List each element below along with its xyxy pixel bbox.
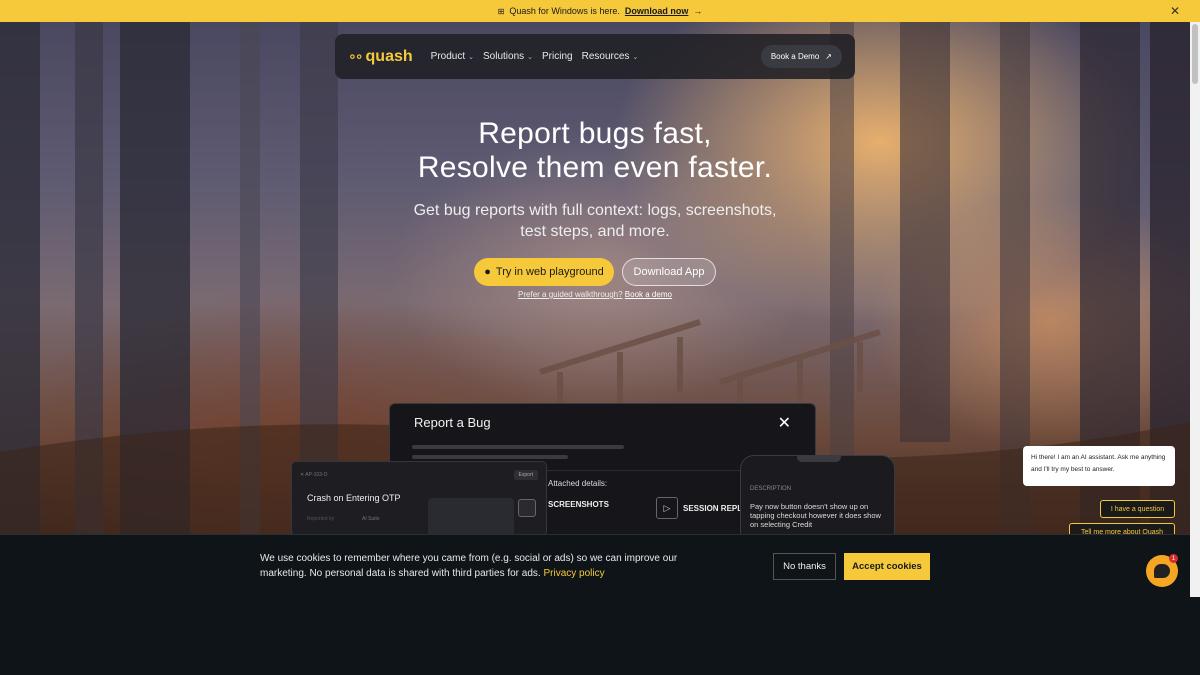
announcement-text: Quash for Windows is here. [509,6,620,16]
nav-item-label: Product [430,51,466,62]
hero-subtitle-line-1: Get bug reports with full context: logs,… [413,202,777,219]
session-replay-label: SESSION REPL [683,503,743,513]
phone-notch [797,455,841,462]
bug-title: Crash on Entering OTP [307,493,401,503]
report-bug-title: Report a Bug [414,415,491,430]
notification-badge: 1 [1169,554,1178,563]
quash-logo[interactable]: ∘∘ quash [348,48,413,66]
session-replay-item: ▷ SESSION REPL [656,497,742,519]
chat-question-button[interactable]: I have a question [1100,500,1175,518]
try-web-playground-label: Try in web playground [495,266,604,278]
quash-logo-icon: ∘∘ [348,48,363,64]
nav-item-solutions[interactable]: Solutions ⌄ [483,51,533,62]
top-navbar: ∘∘ quash Product ⌄ Solutions ⌄ Pricing R… [335,34,855,79]
book-demo-link[interactable]: Book a demo [625,290,672,299]
close-announcement-icon[interactable]: ✕ [1170,4,1180,18]
bug-card-preview: ✕ AP-103-O Export Crash on Entering OTP … [291,461,547,538]
description-label: DESCRIPTION [750,486,792,492]
chat-launcher-button[interactable]: 1 [1146,554,1178,587]
globe-icon: ● [484,266,491,278]
close-icon: ✕ [777,415,791,432]
attached-details-label: Attached details: [548,479,608,488]
cookie-message: We use cookies to remember where you cam… [260,553,678,579]
logo-text: quash [365,47,413,65]
skeleton-line [412,445,624,449]
page-scrollbar[interactable] [1190,22,1200,597]
cookie-text-block: We use cookies to remember where you cam… [260,551,680,581]
chevron-down-icon: ⌄ [468,53,474,61]
arrow-right-icon: → [693,6,703,16]
chevron-down-icon: ⌄ [632,53,639,61]
nav-item-label: Solutions [483,51,525,62]
export-badge: Export [513,470,538,480]
download-now-link[interactable]: Download now [625,6,689,16]
nav-item-label: Resources [581,51,630,62]
hero-subtitle-line-2: test steps, and more. [520,223,670,240]
description-text: Pay now button doesn't show up on tappin… [750,502,881,529]
bug-id: ✕ AP-103-O [300,472,328,478]
accept-cookies-button[interactable]: Accept cookies [844,553,930,580]
scrollbar-thumb[interactable] [1192,24,1198,84]
chat-icon [1154,564,1170,578]
nav-item-resources[interactable]: Resources ⌄ [582,51,639,62]
hero-title: Report bugs fast, Resolve them even fast… [0,117,1190,185]
nav-item-label: Pricing [542,51,573,62]
phone-description-preview: DESCRIPTION Pay now button doesn't show … [740,455,895,540]
chevron-down-icon: ⌄ [527,53,534,61]
guided-walkthrough-text: Prefer a guided walkthrough? Book a demo [0,290,1190,299]
chat-greeting-bubble: Hi there! I am an AI assistant. Ask me a… [1023,446,1175,486]
prefer-text[interactable]: Prefer a guided walkthrough? [518,290,623,299]
hero-title-line-2: Resolve them even faster. [417,151,773,184]
arrow-up-right-icon: ↗ [825,52,832,61]
book-demo-label: Book a Demo [770,52,820,61]
announcement-bar: ⊞ Quash for Windows is here. Download no… [0,0,1200,22]
download-app-label: Download App [633,266,705,278]
play-icon: ▷ [656,497,678,519]
nav-item-product[interactable]: Product ⌄ [431,51,474,62]
hero-subtitle: Get bug reports with full context: logs,… [0,200,1190,242]
reported-by-label: Reported by [307,516,335,522]
thumbnail-square [518,499,536,517]
hero-title-line-1: Report bugs fast, [478,117,712,150]
privacy-policy-link[interactable]: Privacy policy [543,568,604,579]
decline-cookies-button[interactable]: No thanks [773,553,836,580]
windows-icon: ⊞ [497,6,505,16]
cookie-banner: We use cookies to remember where you cam… [0,534,1190,675]
download-app-button[interactable]: Download App [622,258,716,286]
book-demo-button[interactable]: Book a Demo ↗ [760,45,842,68]
skeleton-line [412,455,568,459]
try-web-playground-button[interactable]: ● Try in web playground [474,258,614,286]
screenshots-label: SCREENSHOTS [548,500,609,509]
phone-screenshot-thumbnail [428,498,514,538]
nav-item-pricing[interactable]: Pricing [542,51,573,62]
reported-by-value: AI Suite [362,516,380,522]
